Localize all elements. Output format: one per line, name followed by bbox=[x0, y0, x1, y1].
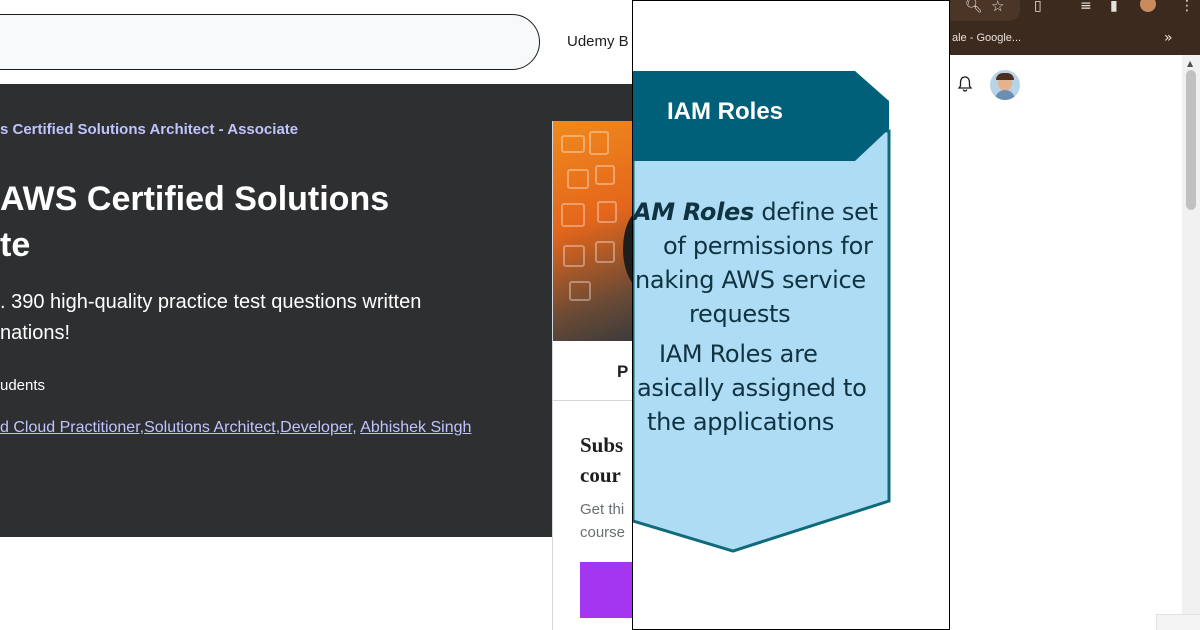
udemy-business-link[interactable]: Udemy B bbox=[567, 33, 629, 50]
course-title-line: te bbox=[0, 226, 31, 264]
slide-heading: IAM Roles bbox=[667, 98, 784, 125]
browser-toolbar: 🔍︎ ☆ ▯ ≡ ▮ ⋮ ale - Google... » bbox=[950, 0, 1200, 55]
slide-body-line: the applications bbox=[647, 408, 835, 436]
slide-body-italic: AM Roles bbox=[633, 198, 754, 226]
subscribe-button[interactable] bbox=[580, 562, 634, 618]
slide-body-line: IAM Roles are bbox=[659, 340, 818, 368]
document-icon bbox=[595, 241, 615, 263]
reading-list-icon[interactable]: ≡ bbox=[1080, 0, 1092, 13]
slide-body-line: AM Roles define set bbox=[633, 195, 891, 229]
course-title-line: AWS Certified Solutions bbox=[0, 180, 390, 218]
instructor-link[interactable]: Abhishek Singh bbox=[360, 419, 471, 436]
side-panel-icon[interactable]: ▮ bbox=[1110, 0, 1118, 13]
subscribe-heading: Subs cour bbox=[580, 430, 623, 490]
course-subtitle-line: nations! bbox=[0, 322, 71, 344]
scroll-up-icon[interactable]: ▲ bbox=[1187, 59, 1193, 68]
iam-roles-slide: IAM Roles AM Roles define set of permiss… bbox=[632, 0, 950, 630]
breadcrumb[interactable]: s Certified Solutions Architect - Associ… bbox=[0, 121, 298, 138]
course-title: AWS Certified Solutions te bbox=[0, 176, 520, 268]
slide-body: AM Roles define set of permissions for n… bbox=[633, 195, 891, 439]
subscribe-heading-line: Subs bbox=[580, 433, 624, 457]
code-icon bbox=[569, 281, 591, 301]
tab-personal-label: P bbox=[617, 362, 629, 381]
instructor-link[interactable]: d Cloud Practitioner,Solutions Architect… bbox=[0, 419, 352, 436]
corner-widget bbox=[1156, 614, 1200, 630]
browser-window: 🔍︎ ☆ ▯ ≡ ▮ ⋮ ale - Google... » ▲ bbox=[950, 0, 1200, 630]
scrollbar-thumb[interactable] bbox=[1186, 70, 1196, 210]
course-subtitle-line: . 390 high-quality practice test questio… bbox=[0, 291, 422, 313]
zoom-icon[interactable]: 🔍︎ bbox=[965, 0, 983, 13]
code-icon bbox=[567, 169, 589, 189]
star-icon[interactable]: ☆ bbox=[991, 0, 1004, 14]
students-count: udents bbox=[0, 377, 46, 394]
document-icon bbox=[589, 131, 609, 155]
subscribe-description: Get thi course bbox=[580, 498, 625, 544]
bookmarks-overflow-icon[interactable]: » bbox=[1164, 30, 1173, 46]
subscribe-heading-line: cour bbox=[580, 463, 621, 487]
profile-icon[interactable] bbox=[1140, 0, 1156, 12]
slide-body-line: of permissions for bbox=[663, 232, 873, 260]
diamond-icon bbox=[595, 165, 615, 185]
gear-icon bbox=[597, 201, 617, 223]
omnibox[interactable] bbox=[950, 0, 1020, 21]
slide-body-line: asically assigned to bbox=[637, 374, 867, 402]
course-sidebar-card: P Subs cour Get thi course bbox=[552, 121, 634, 630]
course-subtitle: . 390 high-quality practice test questio… bbox=[0, 287, 520, 349]
slide-body-line: naking AWS service bbox=[635, 266, 866, 294]
course-preview-thumbnail[interactable] bbox=[553, 121, 634, 341]
avatar[interactable] bbox=[990, 70, 1020, 100]
udemy-page: Udemy B s Certified Solutions Architect … bbox=[0, 0, 634, 630]
extensions-icon[interactable]: ▯ bbox=[1034, 0, 1042, 13]
bell-icon[interactable] bbox=[956, 75, 974, 93]
code-icon bbox=[563, 245, 585, 267]
page-scrollbar[interactable]: ▲ bbox=[1182, 55, 1200, 615]
bookmark-item[interactable]: ale - Google... bbox=[952, 32, 1021, 44]
cloud-icon bbox=[561, 135, 585, 153]
document-icon bbox=[561, 203, 585, 227]
subscribe-description-line: Get thi bbox=[580, 501, 625, 518]
menu-icon[interactable]: ⋮ bbox=[1180, 0, 1194, 13]
slide-body-text: define set bbox=[753, 198, 878, 226]
search-input[interactable] bbox=[0, 14, 540, 70]
instructors: d Cloud Practitioner,Solutions Architect… bbox=[0, 419, 471, 437]
subscribe-description-line: course bbox=[580, 524, 626, 541]
slide-body-line: requests bbox=[689, 300, 791, 328]
